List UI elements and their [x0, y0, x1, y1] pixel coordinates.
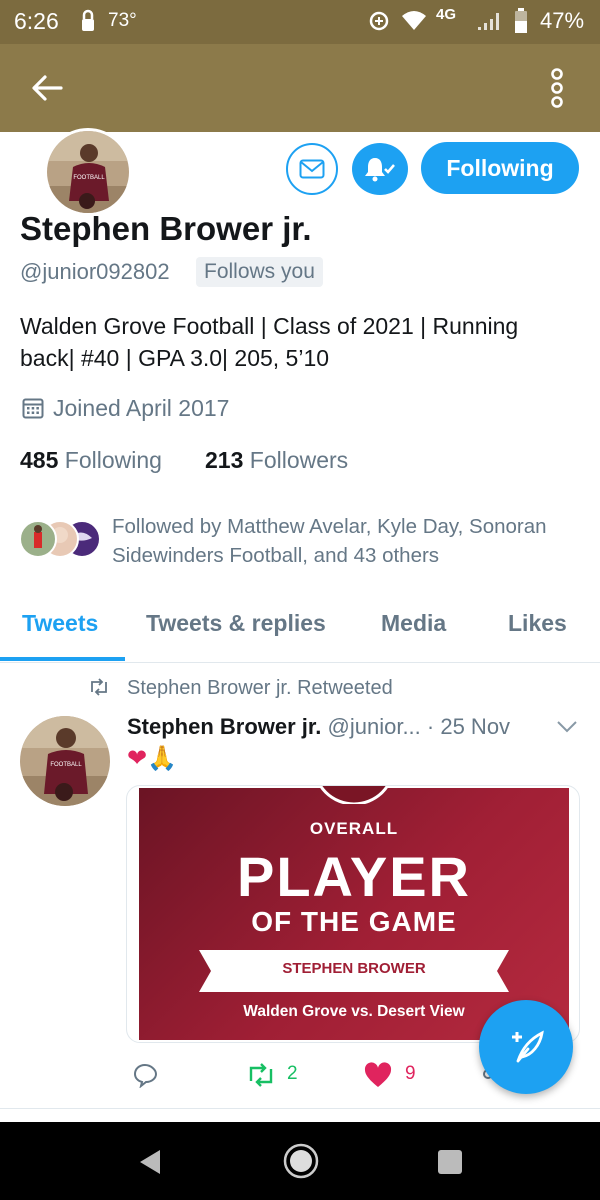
retweet-button[interactable] — [244, 1060, 278, 1090]
reply-button[interactable] — [128, 1058, 162, 1092]
battery-icon — [514, 8, 528, 39]
compose-tweet-button[interactable] — [479, 1000, 573, 1094]
retweet-small-icon — [88, 678, 110, 701]
network-type: 4G — [436, 6, 457, 23]
triangle-back-icon — [140, 1150, 160, 1174]
arrow-left-icon — [32, 75, 63, 101]
bio-line-2: back| #40 | GPA 3.0| 205, 5’10 — [20, 345, 330, 371]
circle-home-icon — [283, 1143, 319, 1179]
app-bar — [0, 44, 600, 132]
back-button[interactable] — [20, 66, 74, 110]
followed-by-line-2: Sidewinders Football, and 43 others — [112, 544, 440, 567]
tweet-date: · 25 Nov — [426, 714, 511, 739]
card-player-name: STEPHEN BROWER — [282, 960, 426, 977]
more-options-button[interactable] — [540, 62, 574, 114]
svg-text:FOOTBALL: FOOTBALL — [73, 175, 105, 181]
status-bar: 6:26 73° 4G 47% — [0, 0, 600, 44]
profile-avatar[interactable]: FOOTBALL — [44, 128, 132, 216]
more-vertical-icon — [551, 68, 563, 108]
battery-percent: 47% — [540, 8, 585, 33]
following-count-link[interactable]: 485 Following — [20, 447, 162, 474]
comment-icon — [133, 1063, 158, 1088]
tweet-text: ❤🙏 — [127, 745, 177, 772]
tab-tweets[interactable]: Tweets — [22, 610, 98, 637]
like-button[interactable] — [362, 1060, 394, 1090]
logo-emblem — [318, 786, 390, 804]
status-temp: 73° — [108, 10, 137, 31]
followers-count: 213 — [205, 447, 244, 473]
tweet-header: Stephen Brower jr. @junior... · 25 Nov — [127, 714, 510, 740]
calendar-icon — [22, 397, 44, 424]
card-overall: OVERALL — [309, 819, 399, 838]
tab-likes[interactable]: Likes — [508, 610, 567, 637]
divider — [0, 1108, 600, 1123]
following-button[interactable]: Following — [421, 142, 579, 194]
envelope-icon — [299, 159, 325, 179]
followed-by-text[interactable]: Followed by Matthew Avelar, Kyle Day, So… — [112, 512, 547, 570]
followers-count-link[interactable]: 213 Followers — [205, 447, 348, 474]
nav-home-button[interactable] — [278, 1138, 324, 1184]
message-button[interactable] — [286, 143, 338, 195]
svg-text:FOOTBALL: FOOTBALL — [50, 762, 82, 768]
heart-icon — [364, 1062, 392, 1087]
followers-you-know-avatars[interactable] — [18, 518, 108, 560]
tab-media[interactable]: Media — [381, 610, 446, 637]
signal-icon — [476, 10, 500, 37]
square-recents-icon — [438, 1150, 462, 1174]
profile-bio: Walden Grove Football | Class of 2021 | … — [20, 310, 518, 374]
tab-tweets-and-replies[interactable]: Tweets & replies — [146, 610, 326, 637]
tweet-author-handle: @junior... — [327, 714, 421, 739]
following-label: Following — [64, 447, 162, 473]
profile-tabs: Tweets Tweets & replies Media Likes — [0, 590, 600, 663]
bio-line-1: Walden Grove Football | Class of 2021 | … — [20, 313, 519, 339]
followed-by-line-1: Followed by Matthew Avelar, Kyle Day, So… — [112, 515, 547, 538]
status-time: 6:26 — [14, 8, 59, 34]
retweet-note: Stephen Brower jr. Retweeted — [127, 677, 393, 699]
feather-plus-icon — [512, 1030, 544, 1063]
nav-back-button[interactable] — [128, 1140, 172, 1184]
bell-check-icon — [365, 158, 395, 182]
following-count: 485 — [20, 447, 59, 473]
player-of-game-graphic: OVERALL PLAYER OF THE GAME STEPHEN BROWE… — [139, 786, 569, 1040]
profile-name: Stephen Brower jr. — [20, 210, 312, 247]
joined-date: Joined April 2017 — [53, 395, 230, 421]
like-count: 9 — [405, 1063, 416, 1084]
retweet-icon — [249, 1063, 273, 1087]
follows-you-badge: Follows you — [196, 257, 323, 287]
notifications-button[interactable] — [352, 143, 408, 195]
lock-icon — [80, 9, 96, 38]
chevron-down-icon[interactable] — [556, 720, 578, 739]
tweet-author-avatar[interactable]: FOOTBALL — [20, 716, 110, 806]
active-tab-indicator — [0, 657, 125, 661]
wifi-icon — [400, 10, 428, 37]
card-of-the-game: OF THE GAME — [251, 906, 457, 937]
card-player: PLAYER — [236, 845, 471, 908]
nav-recents-button[interactable] — [428, 1140, 472, 1184]
data-saver-icon — [368, 10, 390, 37]
tweet-author-name[interactable]: Stephen Brower jr. — [127, 714, 321, 739]
profile-handle: @junior092802 — [20, 259, 170, 284]
followers-label: Followers — [249, 447, 349, 473]
system-nav-bar — [0, 1122, 600, 1200]
retweet-count: 2 — [287, 1063, 298, 1084]
